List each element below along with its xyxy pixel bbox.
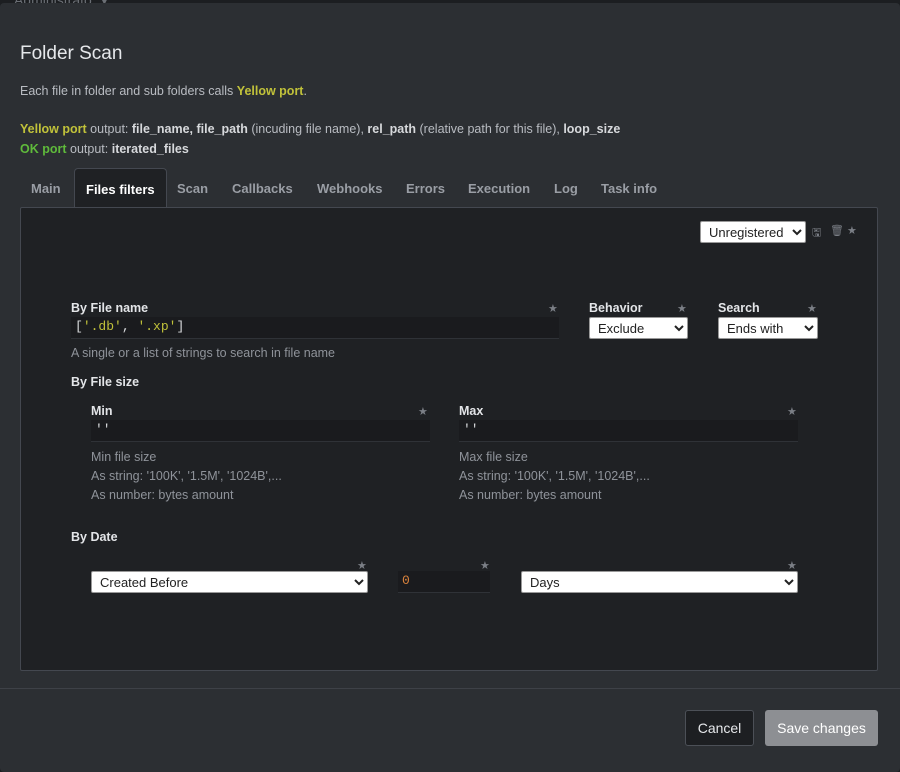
- search-label: Search: [718, 301, 760, 315]
- description-line-2: Yellow port output: file_name, file_path…: [20, 122, 620, 136]
- date-mode-select[interactable]: Created Before: [91, 571, 368, 593]
- save-changes-button[interactable]: Save changes: [765, 710, 878, 746]
- star-icon[interactable]: ★: [548, 302, 558, 315]
- tab-main[interactable]: Main: [31, 168, 61, 210]
- star-icon[interactable]: ★: [787, 405, 797, 418]
- description-text: Each file in folder and sub folders call…: [20, 84, 237, 98]
- max-size-input[interactable]: '': [459, 420, 798, 442]
- separator: ,: [121, 319, 138, 334]
- yellow-port-label: Yellow port: [20, 122, 87, 136]
- date-amount-input[interactable]: 0: [398, 571, 490, 593]
- date-unit-select[interactable]: Days: [521, 571, 798, 593]
- tab-execution[interactable]: Execution: [468, 168, 530, 210]
- tab-files-filters[interactable]: Files filters: [74, 168, 167, 210]
- output-name: file_name, file_path: [131, 122, 248, 136]
- min-size-label: Min: [91, 404, 113, 418]
- preset-select[interactable]: Unregistered: [700, 221, 806, 243]
- help-line: As number: bytes amount: [459, 488, 602, 502]
- description-text: (incuding file name),: [247, 122, 368, 136]
- help-line: Max file size: [459, 450, 528, 464]
- tab-callbacks[interactable]: Callbacks: [232, 168, 293, 210]
- ok-port-label: OK port: [20, 142, 67, 156]
- output-name: loop_size: [563, 122, 621, 136]
- behavior-label: Behavior: [589, 301, 643, 315]
- behavior-select[interactable]: Exclude: [589, 317, 688, 339]
- by-file-size-label: By File size: [71, 375, 140, 389]
- description-text: (relative path for this file),: [416, 122, 564, 136]
- tab-errors[interactable]: Errors: [406, 168, 445, 210]
- tab-task-info[interactable]: Task info: [601, 168, 657, 210]
- tab-webhooks[interactable]: Webhooks: [317, 168, 383, 210]
- description-text: output:: [66, 142, 112, 156]
- yellow-port-label: Yellow port: [236, 84, 304, 98]
- footer-divider: [0, 688, 900, 689]
- modal-title: Folder Scan: [20, 43, 123, 64]
- string-token: '.xp': [137, 319, 177, 334]
- tab-log[interactable]: Log: [554, 168, 578, 210]
- description-text: .: [303, 84, 307, 98]
- search-mode-select[interactable]: Ends with: [718, 317, 818, 339]
- help-line: Min file size: [91, 450, 157, 464]
- description-line-3: OK port output: iterated_files: [20, 142, 189, 156]
- files-filters-panel: Unregistered 🖫 🗑 ★ By File name ★ ['.db'…: [20, 207, 878, 671]
- output-name: iterated_files: [111, 142, 189, 156]
- by-file-name-label: By File name: [71, 301, 149, 315]
- trash-icon[interactable]: 🗑: [830, 224, 844, 237]
- help-line: As string: '100K', '1.5M', '1024B',...: [91, 469, 282, 483]
- description-line-1: Each file in folder and sub folders call…: [20, 84, 307, 98]
- help-line: As string: '100K', '1.5M', '1024B',...: [459, 469, 650, 483]
- tab-bar: Main Files filters Scan Callbacks Webhoo…: [20, 168, 878, 210]
- cancel-button[interactable]: Cancel: [685, 710, 754, 746]
- help-line: As number: bytes amount: [91, 488, 234, 502]
- string-token: '.db': [82, 319, 122, 334]
- by-date-label: By Date: [71, 530, 118, 544]
- output-name: rel_path: [367, 122, 417, 136]
- floppy-icon[interactable]: 🖫: [812, 224, 821, 243]
- file-name-input[interactable]: ['.db', '.xp']: [71, 317, 559, 339]
- min-size-input[interactable]: '': [91, 420, 430, 442]
- min-size-help: Min file size As string: '100K', '1.5M',…: [91, 448, 282, 505]
- max-size-label: Max: [459, 404, 484, 418]
- max-size-help: Max file size As string: '100K', '1.5M',…: [459, 448, 650, 505]
- description-text: output:: [86, 122, 132, 136]
- star-icon[interactable]: ★: [677, 302, 687, 315]
- star-icon[interactable]: ★: [807, 302, 817, 315]
- bracket: ]: [176, 319, 185, 334]
- number-token: 0: [402, 573, 410, 588]
- star-icon[interactable]: ★: [418, 405, 428, 418]
- tab-scan[interactable]: Scan: [177, 168, 208, 210]
- file-name-help: A single or a list of strings to search …: [71, 346, 336, 360]
- bracket: [: [75, 319, 83, 334]
- star-icon[interactable]: ★: [847, 224, 857, 237]
